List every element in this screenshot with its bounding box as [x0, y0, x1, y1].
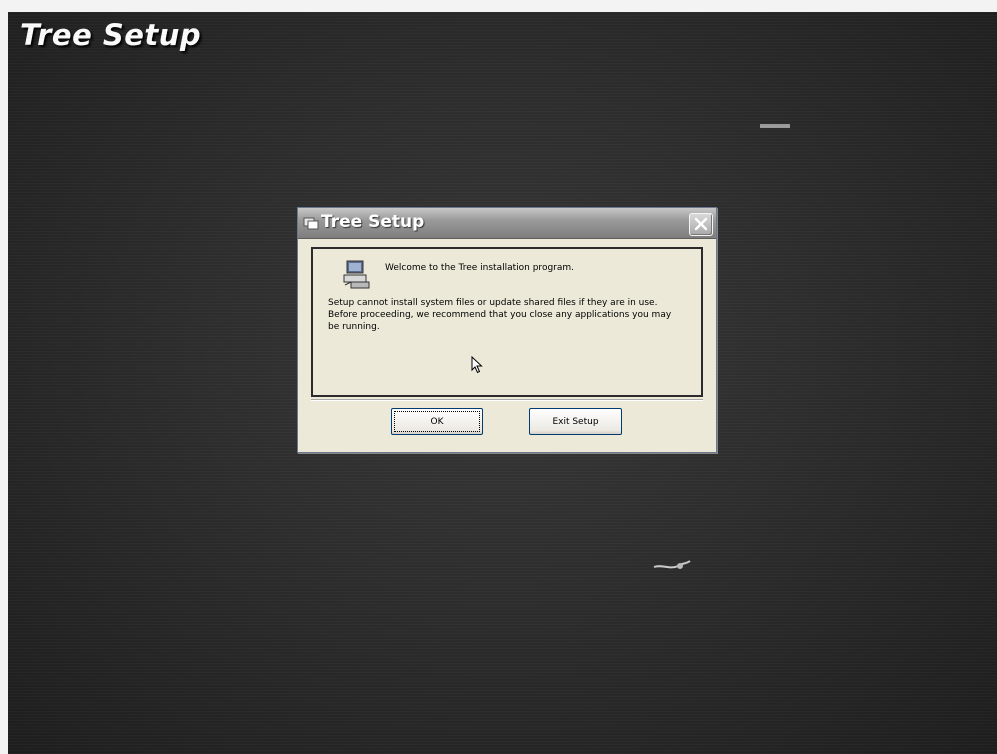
mouse-cursor-icon	[471, 356, 483, 374]
setup-computer-icon	[343, 260, 370, 289]
close-button[interactable]	[689, 213, 713, 236]
installer-title: Tree Setup	[20, 18, 202, 52]
message-line: Before proceeding, we recommend that you…	[328, 310, 672, 320]
setup-message: Setup cannot install system files or upd…	[328, 297, 688, 333]
close-icon	[694, 217, 708, 231]
message-line: be running.	[328, 322, 380, 332]
window-icon	[303, 217, 319, 230]
ok-button[interactable]: OK	[391, 408, 483, 435]
setup-dialog: Tree Setup Welcome to the Tree installat…	[297, 207, 717, 453]
dialog-title: Tree Setup	[321, 212, 425, 232]
welcome-text: Welcome to the Tree installation program…	[385, 263, 574, 273]
dialog-titlebar[interactable]: Tree Setup	[298, 208, 716, 239]
background-artifact	[760, 124, 790, 128]
exit-setup-button[interactable]: Exit Setup	[529, 408, 622, 435]
background-artifact-icon	[653, 560, 691, 569]
dialog-separator	[311, 399, 703, 401]
message-line: Setup cannot install system files or upd…	[328, 298, 658, 308]
dialog-content-panel: Welcome to the Tree installation program…	[311, 247, 703, 397]
